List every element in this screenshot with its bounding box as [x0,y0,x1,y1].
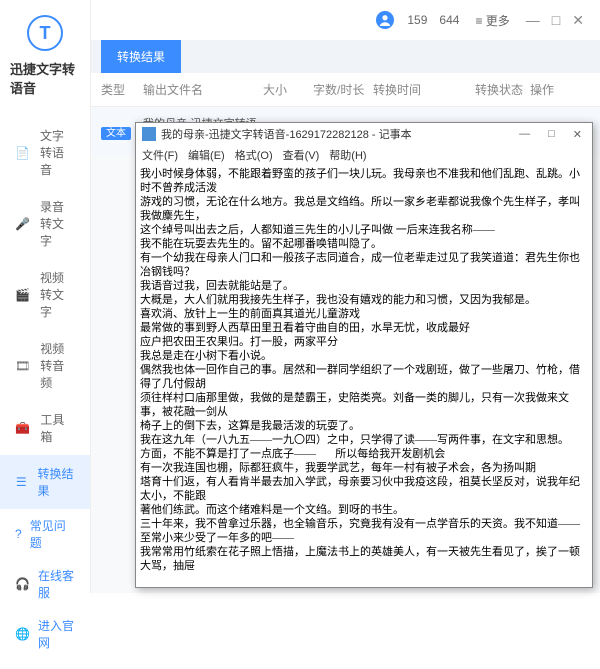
nav-video-to-audio[interactable]: 🎞 视频转音频 [0,330,90,401]
col-duration: 字数/时长 [313,81,373,98]
col-type: 类型 [101,81,143,98]
tab-results[interactable]: 转换结果 [101,40,181,73]
nav-label: 视频转音频 [40,340,75,391]
nav-audio-to-text[interactable]: 🎤 录音转文字 [0,188,90,259]
notepad-title: 我的母亲-迅捷文字转语音-1629172282128 - 记事本 [161,126,412,142]
nav-video-to-text[interactable]: 🎬 视频转文字 [0,259,90,330]
window-header: 159 644 ≡ 更多 — □ ✕ [91,0,600,40]
header-count-2: 644 [439,13,459,27]
nav-results[interactable]: ☰ 转换结果 [0,455,90,509]
faq-link[interactable]: ? 常见问题 [0,509,90,559]
np-minimize-button[interactable]: — [515,128,534,141]
notepad-icon [142,127,156,141]
header-count-1: 159 [407,13,427,27]
minimize-button[interactable]: — [526,12,540,28]
nav-label: 录音转文字 [40,198,75,249]
nav-label: 工具箱 [40,411,75,445]
sidebar: T 迅捷文字转语音 📄 文字转语音 🎤 录音转文字 🎬 视频转文字 🎞 视频转音频 🧰 工… [0,0,91,593]
col-time: 转换时间 [373,81,475,98]
menu-help[interactable]: 帮助(H) [329,147,366,163]
link-label: 在线客服 [38,567,75,601]
menu-file[interactable]: 文件(F) [142,147,178,163]
nav: 📄 文字转语音 🎤 录音转文字 🎬 视频转文字 🎞 视频转音频 🧰 工具箱 ☰ 转换结果 [0,117,90,509]
nav-toolbox[interactable]: 🧰 工具箱 [0,401,90,455]
notepad-titlebar[interactable]: 我的母亲-迅捷文字转语音-1629172282128 - 记事本 — □ ✕ [136,123,592,145]
globe-icon: 🌐 [15,627,30,641]
mic-icon: 🎤 [15,217,30,231]
col-status: 转换状态 [475,81,530,98]
user-icon[interactable] [371,6,399,34]
nav-label: 视频转文字 [40,269,75,320]
website-link[interactable]: 🌐 进入官网 [0,609,90,659]
np-close-button[interactable]: ✕ [569,128,586,141]
nav-text-to-speech[interactable]: 📄 文字转语音 [0,117,90,188]
np-maximize-button[interactable]: □ [544,128,559,141]
tabbar: 转换结果 [91,40,600,73]
table-header: 类型 输出文件名 大小 字数/时长 转换时间 转换状态 操作 [91,73,600,107]
video-audio-icon: 🎞 [15,359,30,373]
col-size: 大小 [263,81,313,98]
help-icon: ? [15,527,22,541]
list-icon: ☰ [15,475,28,489]
logo-area: T 迅捷文字转语音 [0,0,90,107]
menu-format[interactable]: 格式(O) [235,147,273,163]
link-label: 常见问题 [30,517,75,551]
video-icon: 🎬 [15,288,30,302]
app-title: 迅捷文字转语音 [10,59,80,97]
nav-label: 文字转语音 [40,127,75,178]
link-label: 进入官网 [38,617,75,651]
support-link[interactable]: 🎧 在线客服 [0,559,90,609]
toolbox-icon: 🧰 [15,421,30,435]
notepad-window[interactable]: 我的母亲-迅捷文字转语音-1629172282128 - 记事本 — □ ✕ 文… [135,122,593,588]
footer-links: ? 常见问题 🎧 在线客服 🌐 进入官网 [0,509,90,669]
menu-edit[interactable]: 编辑(E) [188,147,225,163]
notepad-textarea[interactable]: 我小时候身体弱，不能跟着野蛮的孩子们一块儿玩。我母亲也不准我和他们乱跑、乱跳。小… [136,165,592,587]
close-button[interactable]: ✕ [572,12,584,29]
menu-view[interactable]: 查看(V) [283,147,320,163]
nav-label: 转换结果 [38,465,76,499]
app-logo-icon: T [27,15,63,51]
headset-icon: 🎧 [15,577,30,591]
notepad-menubar: 文件(F) 编辑(E) 格式(O) 查看(V) 帮助(H) [136,145,592,165]
more-menu[interactable]: ≡ 更多 [475,12,509,29]
col-name: 输出文件名 [143,81,263,98]
col-ops: 操作 [530,81,590,98]
type-badge: 文本 [101,127,131,140]
text-icon: 📄 [15,146,30,160]
maximize-button[interactable]: □ [552,12,560,28]
